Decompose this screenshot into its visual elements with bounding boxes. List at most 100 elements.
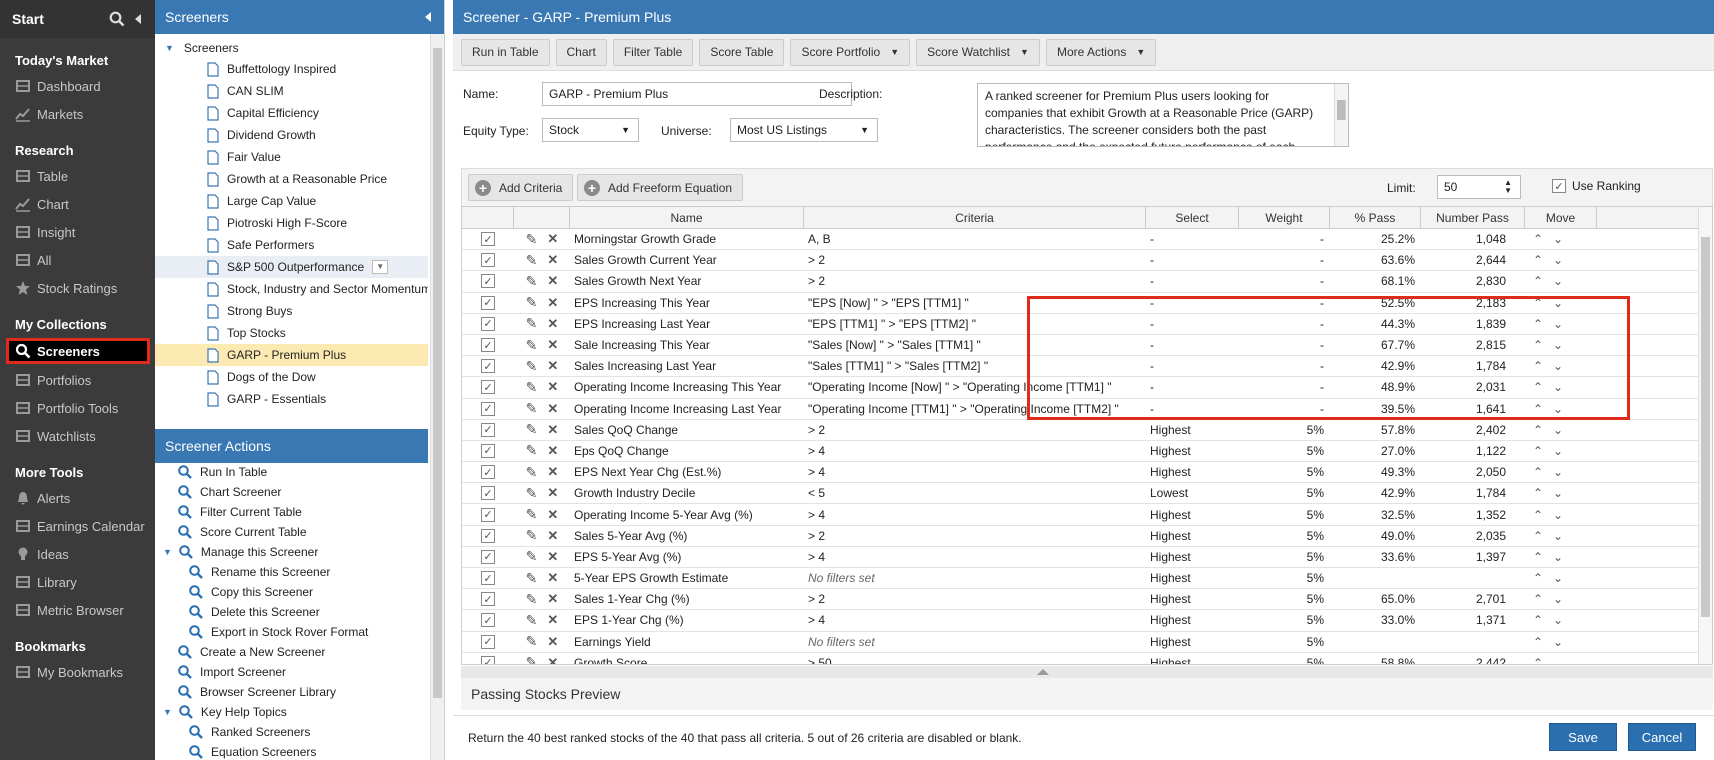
delete-icon[interactable]: ✕ — [547, 485, 558, 501]
stepper-icon[interactable]: ▲ ▼ — [1504, 179, 1512, 195]
checkbox-icon[interactable]: ✓ — [481, 401, 495, 416]
chevron-up-icon[interactable]: ⌃ — [1533, 423, 1543, 437]
chevron-up-icon[interactable]: ⌃ — [1533, 529, 1543, 543]
panel-scrollbar[interactable] — [430, 34, 444, 760]
edit-icon[interactable]: ✎ — [526, 591, 538, 608]
tree-item[interactable]: Piotroski High F-Score — [155, 212, 428, 234]
tree-item[interactable]: Dogs of the Dow — [155, 366, 428, 388]
equity-type-select[interactable]: Stock ▼ — [542, 118, 639, 142]
nav-item-metric-browser[interactable]: Metric Browser — [0, 596, 155, 624]
checkbox-icon[interactable]: ✓ — [481, 232, 495, 247]
checkbox-icon[interactable]: ✓ — [481, 613, 495, 628]
chevron-down-icon[interactable]: ⌄ — [1553, 613, 1563, 627]
column-header--pass[interactable]: % Pass — [1330, 207, 1421, 228]
item-menu-button[interactable]: ▼ — [372, 260, 389, 274]
action-create-a-new-screener[interactable]: Create a New Screener — [155, 642, 428, 662]
chevron-up-icon[interactable]: ⌃ — [1533, 571, 1543, 585]
action-manage-this-screener[interactable]: ▼ Manage this Screener — [155, 542, 428, 562]
tree-root-screeners[interactable]: ▼ Screeners — [155, 38, 428, 58]
chevron-down-icon[interactable]: ⌄ — [1553, 529, 1563, 543]
edit-icon[interactable]: ✎ — [526, 337, 538, 354]
delete-icon[interactable]: ✕ — [547, 379, 558, 395]
delete-icon[interactable]: ✕ — [547, 612, 558, 628]
checkbox-icon[interactable]: ✓ — [481, 338, 495, 353]
nav-item-screeners[interactable]: Screeners — [6, 338, 150, 364]
tree-item[interactable]: Fair Value — [155, 146, 428, 168]
edit-icon[interactable]: ✎ — [526, 654, 538, 664]
delete-icon[interactable]: ✕ — [547, 295, 558, 311]
column-header-weight[interactable]: Weight — [1239, 207, 1330, 228]
chevron-up-icon[interactable]: ⌃ — [1533, 550, 1543, 564]
expand-icon[interactable]: ▼ — [163, 547, 172, 557]
action-equation-screeners[interactable]: Equation Screeners — [155, 742, 428, 760]
nav-item-all[interactable]: All — [0, 246, 155, 274]
delete-icon[interactable]: ✕ — [547, 507, 558, 523]
action-filter-current-table[interactable]: Filter Current Table — [155, 502, 428, 522]
nav-item-portfolios[interactable]: Portfolios — [0, 366, 155, 394]
tree-item[interactable]: CAN SLIM — [155, 80, 428, 102]
checkbox-icon[interactable]: ✓ — [1552, 179, 1566, 193]
tree-item[interactable]: Strong Buys — [155, 300, 428, 322]
chevron-down-icon[interactable]: ⌄ — [1553, 592, 1563, 606]
delete-icon[interactable]: ✕ — [547, 422, 558, 438]
nav-item-ideas[interactable]: Ideas — [0, 540, 155, 568]
checkbox-icon[interactable]: ✓ — [481, 634, 495, 649]
edit-icon[interactable]: ✎ — [526, 252, 538, 269]
chevron-up-icon[interactable] — [1033, 668, 1053, 676]
checkbox-icon[interactable]: ✓ — [481, 422, 495, 437]
universe-select[interactable]: Most US Listings ▼ — [730, 118, 878, 142]
toolbar-button-chart[interactable]: Chart — [555, 38, 607, 66]
edit-icon[interactable]: ✎ — [526, 527, 538, 544]
passing-stocks-preview[interactable]: Passing Stocks Preview — [461, 678, 1713, 710]
chevron-down-icon[interactable]: ⌄ — [1553, 274, 1563, 288]
delete-icon[interactable]: ✕ — [547, 252, 558, 268]
tree-item[interactable]: Safe Performers — [155, 234, 428, 256]
expand-icon[interactable]: ▼ — [165, 43, 174, 53]
delete-icon[interactable]: ✕ — [547, 655, 558, 664]
chevron-up-icon[interactable]: ⌃ — [1533, 486, 1543, 500]
checkbox-icon[interactable]: ✓ — [481, 528, 495, 543]
delete-icon[interactable]: ✕ — [547, 528, 558, 544]
search-icon[interactable] — [109, 11, 125, 27]
action-copy-this-screener[interactable]: Copy this Screener — [155, 582, 428, 602]
checkbox-icon[interactable]: ✓ — [481, 486, 495, 501]
chevron-down-icon[interactable]: ⌄ — [1553, 465, 1563, 479]
checkbox-icon[interactable]: ✓ — [481, 380, 495, 395]
chevron-down-icon[interactable]: ⌄ — [1553, 571, 1563, 585]
table-scrollbar[interactable] — [1698, 207, 1712, 664]
save-button[interactable]: Save — [1549, 723, 1617, 751]
nav-item-stock-ratings[interactable]: Stock Ratings — [0, 274, 155, 302]
action-export-in-stock-rover-format[interactable]: Export in Stock Rover Format — [155, 622, 428, 642]
action-ranked-screeners[interactable]: Ranked Screeners — [155, 722, 428, 742]
chevron-down-icon[interactable]: ⌄ — [1553, 444, 1563, 458]
delete-icon[interactable]: ✕ — [547, 358, 558, 374]
tree-item[interactable]: S&P 500 Outperformance ▼ — [155, 256, 428, 278]
edit-icon[interactable]: ✎ — [526, 358, 538, 375]
checkbox-icon[interactable]: ✓ — [481, 571, 495, 586]
chevron-up-icon[interactable]: ⌃ — [1533, 465, 1543, 479]
checkbox-icon[interactable]: ✓ — [481, 655, 495, 664]
chevron-down-icon[interactable]: ⌄ — [1553, 635, 1563, 649]
action-browser-screener-library[interactable]: Browser Screener Library — [155, 682, 428, 702]
checkbox-icon[interactable]: ✓ — [481, 274, 495, 289]
collapse-panel-icon[interactable] — [424, 11, 432, 23]
chevron-down-icon[interactable]: ⌄ — [1553, 508, 1563, 522]
chevron-down-icon[interactable]: ⌄ — [1553, 423, 1563, 437]
chevron-up-icon[interactable]: ⌃ — [1533, 274, 1543, 288]
action-chart-screener[interactable]: Chart Screener — [155, 482, 428, 502]
checkbox-icon[interactable]: ✓ — [481, 295, 495, 310]
action-run-in-table[interactable]: Run In Table — [155, 462, 428, 482]
chevron-up-icon[interactable]: ⌃ — [1533, 444, 1543, 458]
chevron-up-icon[interactable]: ⌃ — [1533, 613, 1543, 627]
limit-stepper[interactable]: 50 ▲ ▼ — [1437, 175, 1521, 199]
collapse-nav-icon[interactable] — [133, 13, 143, 25]
nav-item-dashboard[interactable]: Dashboard — [0, 72, 155, 100]
delete-icon[interactable]: ✕ — [547, 634, 558, 650]
delete-icon[interactable]: ✕ — [547, 570, 558, 586]
toolbar-button-more-actions[interactable]: More Actions ▼ — [1045, 38, 1157, 66]
toolbar-button-score-table[interactable]: Score Table — [699, 38, 785, 66]
toolbar-button-score-portfolio[interactable]: Score Portfolio ▼ — [790, 38, 911, 66]
edit-icon[interactable]: ✎ — [526, 421, 538, 438]
chevron-down-icon[interactable]: ⌄ — [1553, 550, 1563, 564]
nav-item-alerts[interactable]: Alerts — [0, 484, 155, 512]
